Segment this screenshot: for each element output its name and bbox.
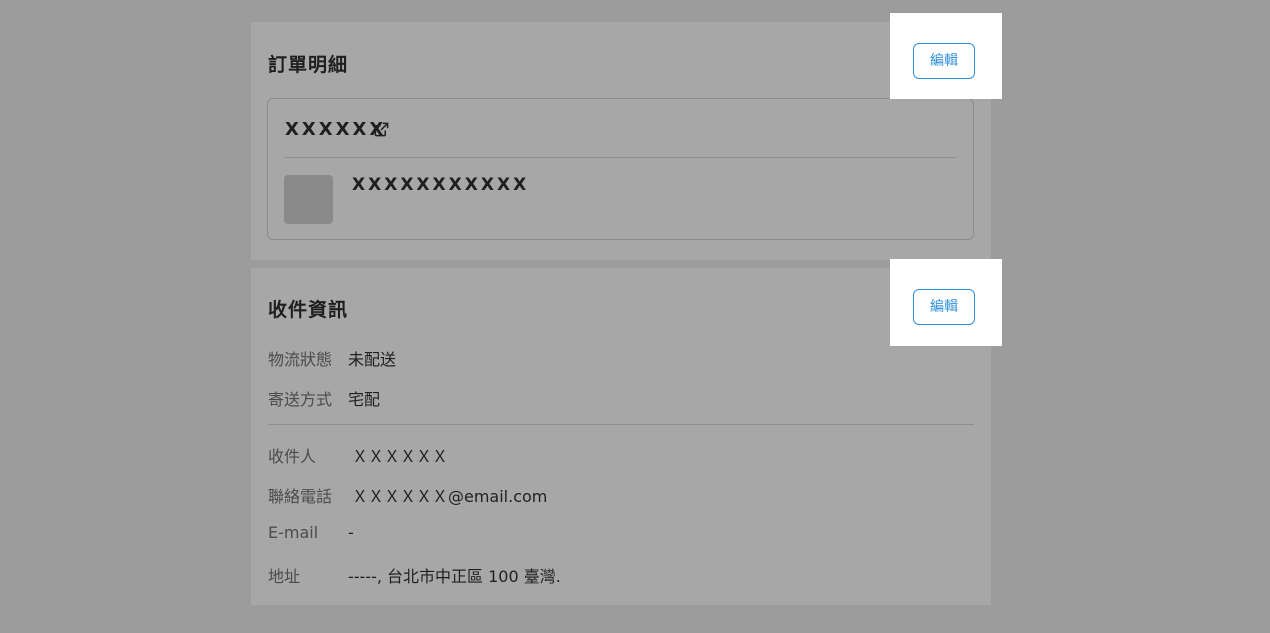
logistics-status-label: 物流狀態 [268, 350, 333, 369]
product-name: XXXXXXXXXXX [352, 175, 530, 195]
external-link-icon[interactable] [374, 122, 389, 137]
delivery-method-label: 寄送方式 [268, 390, 333, 409]
product-thumbnail [284, 175, 333, 224]
delivery-method-value: 宅配 [348, 390, 381, 409]
email-value: - [348, 523, 354, 542]
recipient-value: ＸＸＸＸＸＸ [352, 447, 449, 466]
shipping-edit-button[interactable]: 編輯 [913, 289, 975, 325]
shipping-divider [268, 424, 974, 425]
shop-name: XXXXXX [285, 119, 387, 140]
order-detail-title: 訂單明細 [268, 54, 349, 76]
shipping-info-title: 收件資訊 [268, 299, 349, 321]
order-item-box: XXXXXX XXXXXXXXXXX [267, 98, 974, 240]
address-label: 地址 [268, 567, 301, 586]
order-divider [284, 157, 957, 158]
order-edit-button[interactable]: 編輯 [913, 43, 975, 79]
phone-value: ＸＸＸＸＸＸ@email.com [352, 487, 548, 506]
phone-label: 聯絡電話 [268, 487, 333, 506]
order-edit-highlight: 編輯 [890, 13, 1002, 99]
recipient-label: 收件人 [268, 447, 317, 466]
email-label: E-mail [268, 523, 319, 542]
shipping-edit-highlight: 編輯 [890, 259, 1002, 346]
address-value: -----, 台北市中正區 100 臺灣. [348, 567, 561, 586]
logistics-status-value: 未配送 [348, 350, 397, 369]
shipping-info-card: 收件資訊 物流狀態 未配送 寄送方式 宅配 收件人 ＸＸＸＸＸＸ 聯絡電話 ＸＸ… [251, 268, 991, 605]
order-detail-card: 訂單明細 XXXXXX XXXXXXXXXXX [251, 22, 991, 260]
